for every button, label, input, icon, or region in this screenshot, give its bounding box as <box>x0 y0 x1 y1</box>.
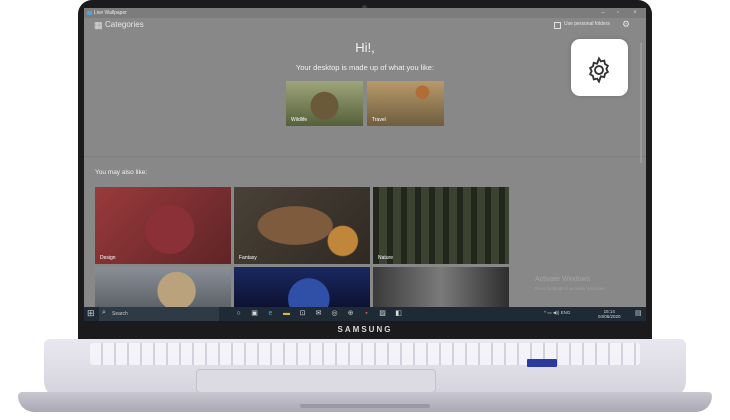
photos-icon[interactable]: ▨ <box>378 309 387 318</box>
suggestion-tile-animals[interactable] <box>95 267 231 307</box>
suggestion-tile-fantasy[interactable]: Fantasy <box>234 187 370 264</box>
app-icon <box>87 11 92 15</box>
touchpad <box>196 369 436 393</box>
activate-windows-subtitle: Go to Settings to activate Windows. <box>535 286 607 291</box>
settings-gear-icon[interactable]: ⚙ <box>622 20 631 29</box>
greeting-subtitle: Your desktop is made up of what you like… <box>295 63 435 72</box>
maximize-button[interactable]: ▫ <box>611 8 625 18</box>
windows-start-icon[interactable]: ⊞ <box>87 309 96 318</box>
category-tile-travel[interactable]: Travel <box>367 81 444 126</box>
laptop-front-edge <box>18 392 712 412</box>
section-divider <box>84 156 646 157</box>
fingerprint-key <box>527 359 557 367</box>
notifications-icon[interactable]: ▤ <box>635 309 643 318</box>
settings-gear-icon[interactable] <box>584 55 614 85</box>
suggestion-tile-nature[interactable]: Nature <box>373 187 509 264</box>
keyboard <box>90 343 640 365</box>
edge-browser-icon[interactable]: e <box>266 309 275 318</box>
scrollbar[interactable] <box>640 43 642 163</box>
window-titlebar <box>84 8 646 18</box>
taskbar-clock[interactable]: 15:14 04/06/2020 <box>598 309 621 319</box>
close-button[interactable]: × <box>628 8 642 18</box>
taskbar: ⊞ ⌕ Search ○ ▣ e ▬ ⊡ ✉ ◎ ⊕ ▪ ▨ ◧ ^ ▭ ◀))… <box>84 307 646 321</box>
greeting-heading: Hi!, <box>355 40 375 55</box>
file-explorer-icon[interactable]: ▬ <box>282 309 291 318</box>
tile-label: Travel <box>372 117 386 123</box>
grid-icon[interactable]: ▦ <box>94 21 103 30</box>
category-tile-wildlife[interactable]: Wildlife <box>286 81 363 126</box>
laptop-brand: SAMSUNG <box>337 325 393 334</box>
lid-opening-notch <box>300 404 430 408</box>
laptop-screen: Live Wallpaper – ▫ × ▦ Categories Use pe… <box>84 8 646 321</box>
app-icon[interactable]: ⊕ <box>346 309 355 318</box>
personal-folders-checkbox[interactable] <box>554 22 561 29</box>
activate-windows-title: Activate Windows <box>535 276 591 283</box>
mail-icon[interactable]: ✉ <box>314 309 323 318</box>
tile-label: Fantasy <box>239 255 257 261</box>
minimize-button[interactable]: – <box>596 8 610 18</box>
system-tray[interactable]: ^ ▭ ◀)) ENG <box>544 310 570 316</box>
tile-label: Design <box>100 255 116 261</box>
app-topbar: ▦ Categories Use personal folders ⚙ <box>84 18 646 38</box>
suggestion-tile-monochrome[interactable] <box>373 267 509 307</box>
tile-label: Wildlife <box>291 117 308 123</box>
window-title: Live Wallpaper <box>94 10 127 16</box>
taskbar-search-placeholder[interactable]: Search <box>112 311 128 317</box>
camera-icon[interactable]: ◎ <box>330 309 339 318</box>
cortana-icon[interactable]: ○ <box>234 309 243 318</box>
suggestion-tile-space[interactable] <box>234 267 370 307</box>
suggestions-heading: You may also like: <box>95 169 148 176</box>
tile-label: Nature <box>378 255 394 261</box>
live-wallpaper-icon[interactable]: ◧ <box>394 309 403 318</box>
categories-button[interactable]: Categories <box>105 20 144 29</box>
personal-folders-label[interactable]: Use personal folders <box>564 21 610 27</box>
store-icon[interactable]: ⊡ <box>298 309 307 318</box>
clock-date: 04/06/2020 <box>598 314 621 319</box>
search-icon: ⌕ <box>102 309 106 316</box>
suggestion-tile-design[interactable]: Design <box>95 187 231 264</box>
task-view-icon[interactable]: ▣ <box>250 309 259 318</box>
red-app-icon[interactable]: ▪ <box>362 309 371 318</box>
